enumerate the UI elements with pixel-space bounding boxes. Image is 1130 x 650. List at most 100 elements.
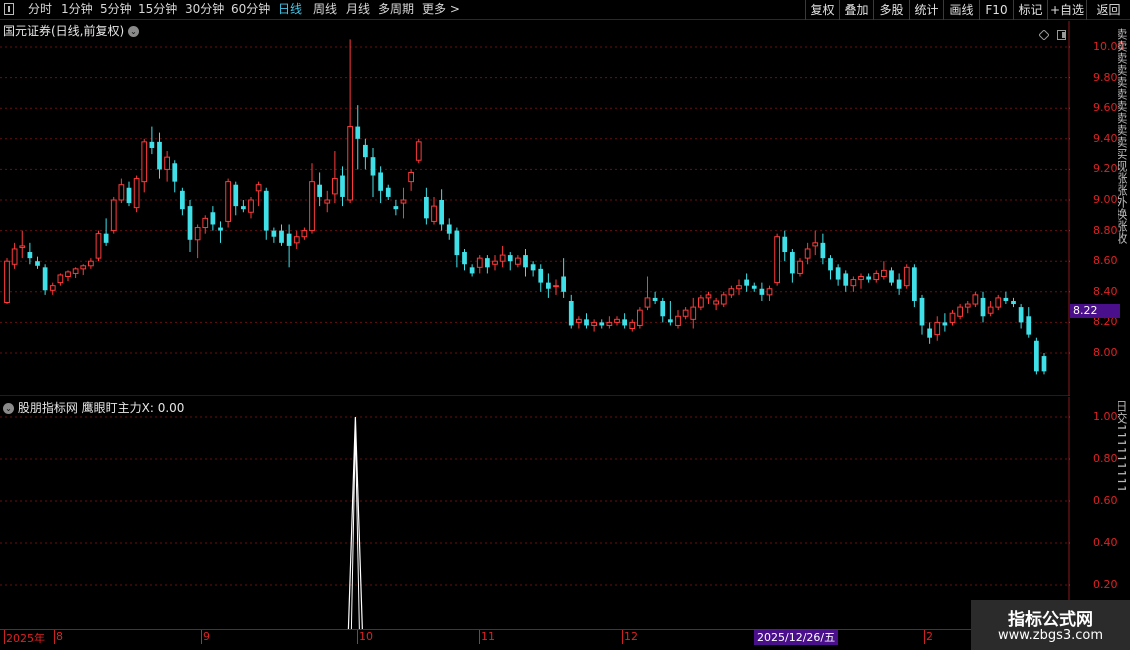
period-tab-5[interactable]: 60分钟	[231, 2, 270, 17]
toolbar-button-8[interactable]: 返回	[1086, 0, 1130, 20]
candle-body-down	[286, 233, 292, 246]
period-tab-8[interactable]: 月线	[346, 2, 370, 17]
indicator-tick-label: 0.80	[1093, 452, 1118, 465]
toolbar-button-5[interactable]: F10	[979, 0, 1013, 20]
indicator-tick-label: 0.20	[1093, 578, 1118, 591]
candle-body-up	[95, 233, 102, 259]
indicator-tick-label: 0.40	[1093, 536, 1118, 549]
price-tick-label: 9.20	[1093, 162, 1118, 176]
toolbar-button-6[interactable]: 标记	[1013, 0, 1047, 20]
candle-body-up	[19, 245, 26, 248]
candle-body-down	[912, 267, 917, 301]
candle-body-down	[866, 276, 871, 280]
candle-body-down	[469, 267, 475, 274]
watermark-url: www.zbgs3.com	[997, 628, 1104, 643]
time-tick	[622, 630, 623, 644]
candle-body-down	[538, 268, 544, 283]
period-tab-6[interactable]: 日线	[278, 2, 302, 17]
candle-body-down	[180, 190, 185, 210]
candle-body-up	[804, 248, 811, 259]
candle-body-up	[576, 318, 582, 323]
time-tick-label: 10	[359, 630, 373, 643]
candle-body-down	[439, 200, 444, 225]
toolbar-button-2[interactable]: 多股	[873, 0, 909, 20]
period-tab-10[interactable]: 更多 >	[422, 2, 460, 17]
candle-body-up	[225, 181, 231, 222]
current-price-tag: 8.22	[1070, 304, 1120, 318]
period-tab-0[interactable]: 分时	[28, 2, 52, 17]
candle-body-up	[110, 199, 117, 232]
indicator-tick-label: 1.00	[1093, 410, 1118, 423]
candle-body-up	[164, 156, 170, 170]
candle-body-up	[415, 141, 422, 161]
candle-body-down	[523, 255, 528, 268]
candlestick-chart[interactable]	[0, 21, 1070, 396]
indicator-chart[interactable]	[0, 397, 1070, 629]
candle-body-up	[903, 266, 910, 287]
candle-body-up	[72, 268, 79, 274]
period-tab-2[interactable]: 5分钟	[100, 2, 132, 17]
period-tab-1[interactable]: 1分钟	[61, 2, 93, 17]
candle-body-up	[248, 199, 254, 213]
candle-body-down	[1018, 307, 1024, 323]
candle-body-down	[485, 258, 490, 268]
candle-body-up	[720, 294, 727, 305]
candle-body-down	[454, 230, 460, 256]
panel-toggle-icon[interactable]	[4, 3, 14, 15]
candle-body-down	[759, 288, 765, 295]
candle-body-up	[949, 312, 956, 323]
period-tab-9[interactable]: 多周期	[378, 2, 414, 17]
time-tick-label: 8	[56, 630, 63, 643]
candle-body-up	[682, 309, 689, 317]
candle-body-down	[660, 300, 666, 317]
candle-body-down	[42, 267, 48, 291]
candle-body-down	[393, 206, 399, 210]
candle-body-up	[766, 288, 773, 296]
period-tab-3[interactable]: 15分钟	[138, 2, 177, 17]
candle-body-up	[499, 254, 506, 262]
candle-body-down	[980, 297, 986, 317]
toolbar-button-7[interactable]: +自选	[1047, 0, 1086, 20]
candle-body-up	[698, 297, 704, 308]
time-tick	[4, 630, 5, 644]
candle-body-up	[80, 265, 87, 270]
candle-body-down	[652, 297, 658, 301]
price-tick-label: 9.00	[1093, 193, 1118, 206]
candle-body-up	[431, 205, 437, 222]
candle-body-up	[934, 321, 941, 336]
candle-body-down	[530, 264, 536, 271]
candle-body-up	[690, 306, 697, 320]
toolbar-button-1[interactable]: 叠加	[839, 0, 873, 20]
candle-body-down	[744, 279, 749, 286]
candle-body-down	[340, 175, 345, 197]
time-axis-line	[0, 629, 1130, 630]
candle-body-down	[370, 157, 376, 176]
toolbar-button-4[interactable]: 画线	[943, 0, 979, 20]
candle-body-down	[218, 227, 223, 231]
price-tick-label: 8.40	[1093, 284, 1118, 298]
candle-body-down	[103, 233, 109, 243]
candle-body-down	[782, 236, 788, 253]
candle-body-down	[149, 141, 155, 148]
toolbar-button-3[interactable]: 统计	[909, 0, 943, 20]
candle-body-down	[599, 322, 605, 326]
candle-body-down	[820, 242, 826, 259]
candle-body-up	[133, 178, 140, 209]
candle-body-up	[873, 272, 880, 281]
candle-body-down	[622, 319, 627, 326]
quote-side-strip: 卖卖卖卖卖卖卖卖卖卖买现涨涨外换涨收	[1118, 28, 1128, 244]
period-tab-7[interactable]: 周线	[313, 2, 337, 17]
candle-body-up	[675, 315, 681, 326]
indicator-tick-label: 0.60	[1093, 494, 1118, 507]
candle-body-down	[279, 230, 284, 243]
price-tick-label: 9.40	[1093, 131, 1118, 145]
candle-body-down	[271, 230, 277, 237]
period-tab-4[interactable]: 30分钟	[185, 2, 224, 17]
candle-body-up	[515, 257, 521, 265]
indicator-line	[347, 416, 363, 629]
candle-body-down	[187, 206, 193, 240]
candle-body-down	[35, 261, 40, 266]
candle-body-down	[546, 282, 551, 289]
candle-body-up	[309, 181, 315, 232]
toolbar-button-0[interactable]: 复权	[805, 0, 839, 20]
